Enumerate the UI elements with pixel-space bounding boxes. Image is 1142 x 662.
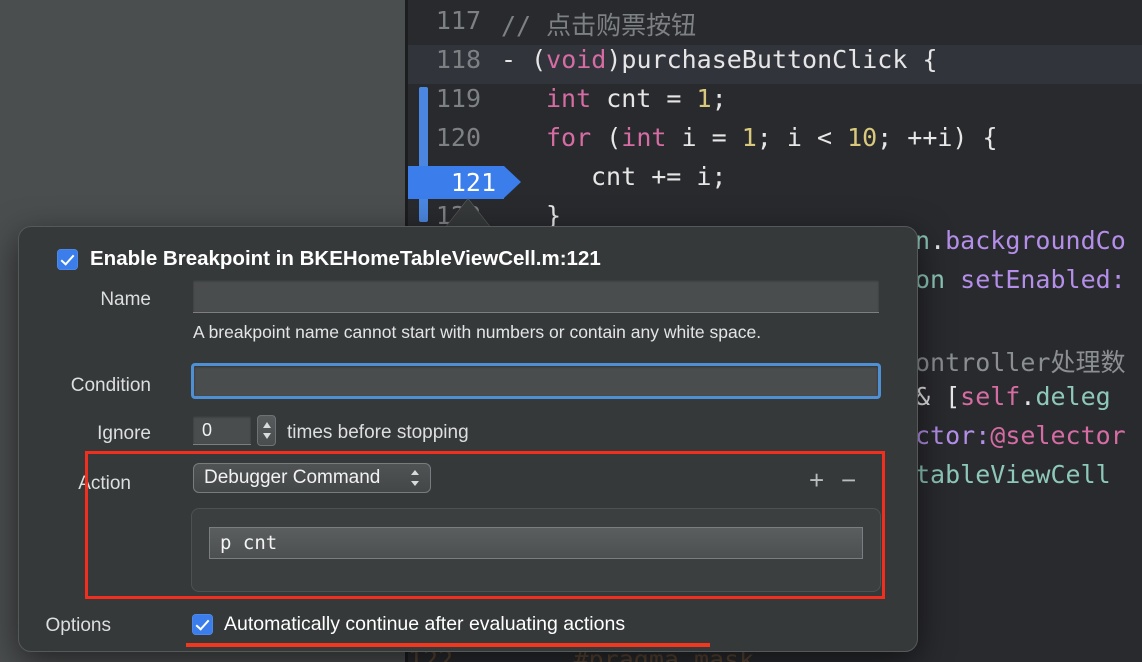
remove-action-button[interactable]: − xyxy=(841,467,856,493)
stepper-down-icon[interactable] xyxy=(262,433,271,439)
auto-continue-row[interactable]: Automatically continue after evaluating … xyxy=(192,613,625,636)
action-type-value: Debugger Command xyxy=(204,467,381,488)
stepper-up-icon[interactable] xyxy=(262,422,271,428)
code-line-text: ontroller处理数 xyxy=(915,348,1126,377)
ignore-count-input[interactable]: 0 xyxy=(193,416,251,445)
code-line-text: for (int i = 1; i < 10; ++i) { xyxy=(546,123,998,152)
gutter-line-number: 120 xyxy=(435,123,481,152)
breakpoint-marker-arrow-icon xyxy=(504,166,521,198)
options-label: Options xyxy=(45,615,111,636)
code-line-text: // 点击购票按钮 xyxy=(501,11,697,40)
gutter-line-number: 118 xyxy=(435,45,481,74)
breakpoint-line-number: 121 xyxy=(450,168,496,197)
gutter-line-number: 119 xyxy=(435,84,481,113)
code-line-text: int cnt = 1; xyxy=(546,84,727,113)
chevron-updown-icon xyxy=(410,468,421,490)
code-line-text: cnt += i; xyxy=(591,162,727,191)
code-line-text: n.backgroundCo xyxy=(915,226,1126,255)
popover-arrow xyxy=(446,199,490,227)
code-line-text: on setEnabled: xyxy=(915,265,1126,294)
name-label: Name xyxy=(100,289,151,310)
add-action-button[interactable]: + xyxy=(809,467,824,493)
code-line-text: ctor:@selector xyxy=(915,421,1126,450)
ignore-stepper-buttons[interactable] xyxy=(257,415,276,446)
dialog-title: Enable Breakpoint in BKEHomeTableViewCel… xyxy=(90,247,601,270)
code-line-text: - (void)purchaseButtonClick { xyxy=(501,45,938,74)
name-hint-text: A breakpoint name cannot start with numb… xyxy=(193,322,762,342)
screen-root: 117 // 点击购票按钮 118 - (void)purchaseButtonCli… xyxy=(0,0,1142,662)
breakpoint-range-bar xyxy=(419,87,428,222)
ignore-suffix-text: times before stopping xyxy=(287,422,469,443)
enable-breakpoint-checkbox[interactable] xyxy=(57,248,78,270)
debugger-command-input[interactable]: p cnt xyxy=(209,527,863,559)
action-type-select[interactable]: Debugger Command xyxy=(193,463,431,493)
enable-breakpoint-row[interactable]: Enable Breakpoint in BKEHomeTableViewCel… xyxy=(57,247,601,271)
code-line-text: tableViewCell xyxy=(915,460,1111,489)
options-highlight-underline xyxy=(186,643,710,647)
ignore-label: Ignore xyxy=(97,423,151,444)
auto-continue-checkbox[interactable] xyxy=(192,614,213,635)
name-input[interactable] xyxy=(193,280,879,313)
action-label: Action xyxy=(78,473,131,494)
condition-input[interactable] xyxy=(191,363,881,399)
code-line-text: & [self.deleg xyxy=(915,382,1111,411)
auto-continue-label: Automatically continue after evaluating … xyxy=(224,613,626,635)
breakpoint-edit-dialog: Enable Breakpoint in BKEHomeTableViewCel… xyxy=(18,226,918,652)
condition-label: Condition xyxy=(70,375,151,396)
gutter-line-number: 117 xyxy=(435,6,481,35)
